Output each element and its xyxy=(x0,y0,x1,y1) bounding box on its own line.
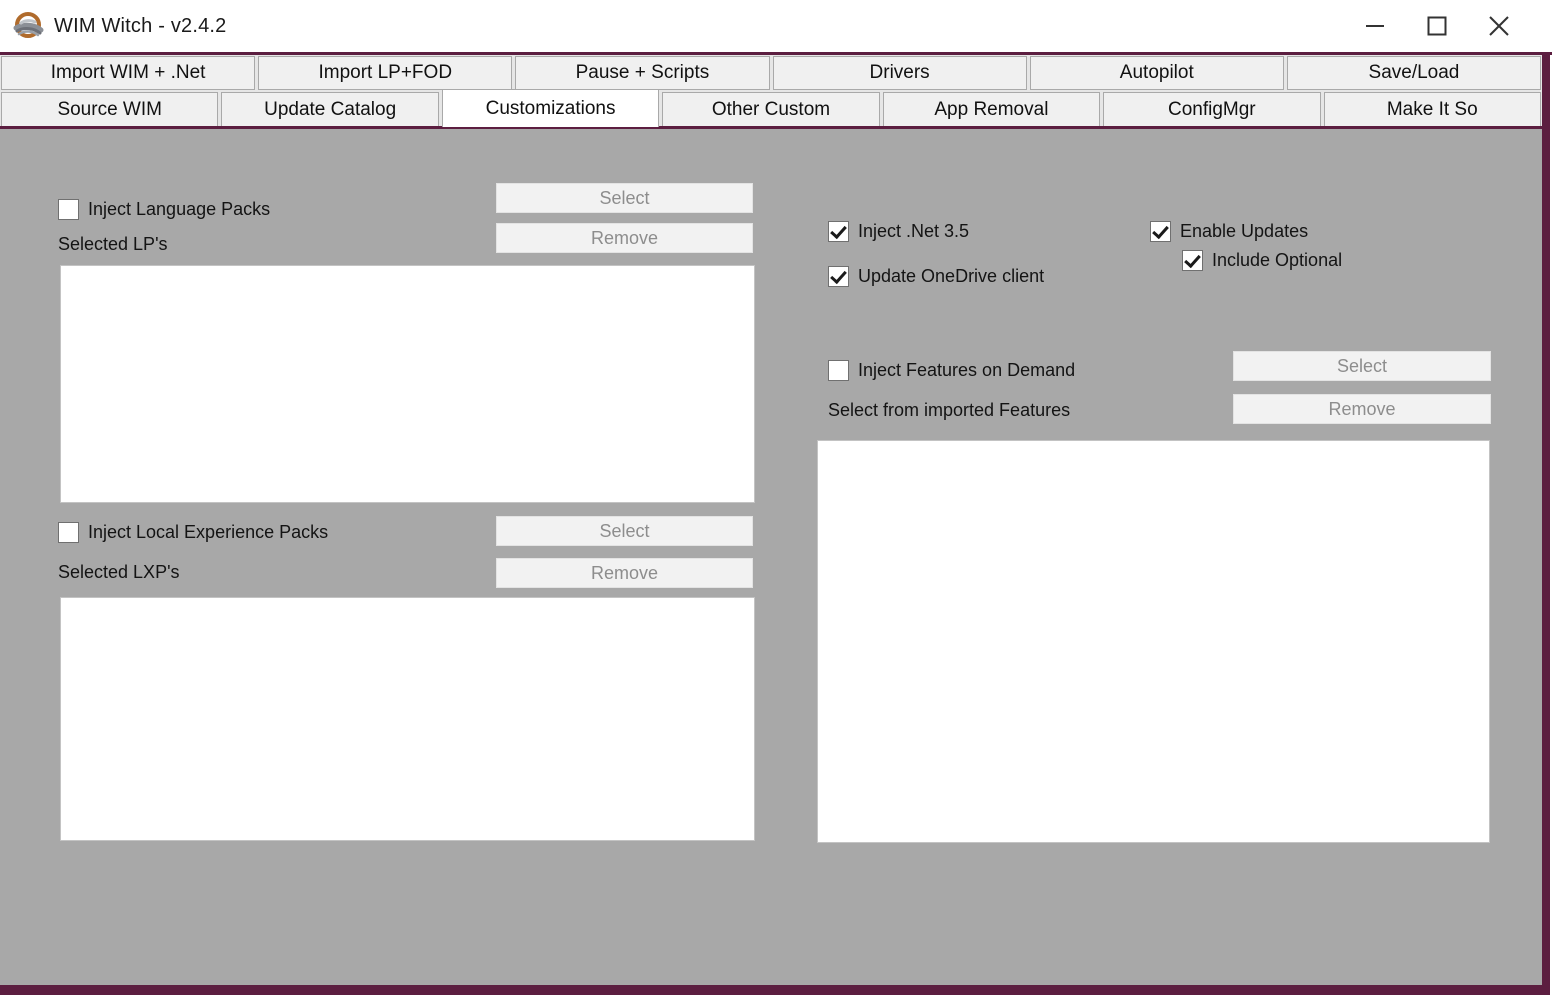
tab-save-load[interactable]: Save/Load xyxy=(1287,56,1541,90)
inject-fod-option[interactable]: Inject Features on Demand xyxy=(828,360,1075,381)
inject-language-packs-option[interactable]: Inject Language Packs xyxy=(58,199,270,220)
tab-app-removal[interactable]: App Removal xyxy=(883,92,1100,127)
lxp-remove-button[interactable]: Remove xyxy=(496,558,753,588)
selected-lps-listbox[interactable] xyxy=(60,265,755,503)
inject-dotnet35-label: Inject .Net 3.5 xyxy=(858,221,969,242)
include-optional-option[interactable]: Include Optional xyxy=(1182,250,1342,271)
enable-updates-checkbox[interactable] xyxy=(1150,221,1171,242)
window-right-border xyxy=(1542,55,1550,995)
window-bottom-border xyxy=(0,985,1550,995)
inject-dotnet35-option[interactable]: Inject .Net 3.5 xyxy=(828,221,969,242)
maximize-button[interactable] xyxy=(1406,0,1468,52)
select-imported-features-label: Select from imported Features xyxy=(828,400,1070,421)
tab-source-wim[interactable]: Source WIM xyxy=(1,92,218,127)
inject-lxp-label: Inject Local Experience Packs xyxy=(88,522,328,543)
tab-autopilot[interactable]: Autopilot xyxy=(1030,56,1284,90)
inject-lxp-checkbox[interactable] xyxy=(58,522,79,543)
titlebar: WIM Witch - v2.4.2 xyxy=(0,0,1552,52)
app-logo-icon xyxy=(12,10,44,42)
tab-customizations[interactable]: Customizations xyxy=(442,89,659,127)
tab-make-it-so[interactable]: Make It So xyxy=(1324,92,1541,127)
tab-row-2: Source WIM Update Catalog Customizations… xyxy=(0,91,1542,127)
lxp-select-button[interactable]: Select xyxy=(496,516,753,546)
tab-strip: Import WIM + .Net Import LP+FOD Pause + … xyxy=(0,55,1542,126)
close-icon xyxy=(1487,14,1511,38)
language-packs-select-button[interactable]: Select xyxy=(496,183,753,213)
selected-lxps-label: Selected LXP's xyxy=(58,562,180,583)
tab-row-1: Import WIM + .Net Import LP+FOD Pause + … xyxy=(0,55,1542,90)
tab-drivers[interactable]: Drivers xyxy=(773,56,1027,90)
tab-import-wim-net[interactable]: Import WIM + .Net xyxy=(1,56,255,90)
window-controls xyxy=(1344,0,1530,52)
tab-pause-scripts[interactable]: Pause + Scripts xyxy=(515,56,769,90)
maximize-icon xyxy=(1426,15,1448,37)
tab-import-lp-fod[interactable]: Import LP+FOD xyxy=(258,56,512,90)
tab-other-custom[interactable]: Other Custom xyxy=(662,92,879,127)
selected-lxps-listbox[interactable] xyxy=(60,597,755,841)
language-packs-remove-button[interactable]: Remove xyxy=(496,223,753,253)
update-onedrive-label: Update OneDrive client xyxy=(858,266,1044,287)
inject-language-packs-label: Inject Language Packs xyxy=(88,199,270,220)
inject-lxp-option[interactable]: Inject Local Experience Packs xyxy=(58,522,328,543)
inject-fod-checkbox[interactable] xyxy=(828,360,849,381)
fod-remove-button[interactable]: Remove xyxy=(1233,394,1491,424)
inject-language-packs-checkbox[interactable] xyxy=(58,199,79,220)
update-onedrive-checkbox[interactable] xyxy=(828,266,849,287)
close-button[interactable] xyxy=(1468,0,1530,52)
enable-updates-label: Enable Updates xyxy=(1180,221,1308,242)
tab-update-catalog[interactable]: Update Catalog xyxy=(221,92,438,127)
inject-fod-label: Inject Features on Demand xyxy=(858,360,1075,381)
minimize-icon xyxy=(1364,15,1386,37)
minimize-button[interactable] xyxy=(1344,0,1406,52)
app-window: WIM Witch - v2.4.2 Import WIM + .Net Imp… xyxy=(0,0,1552,995)
selected-lps-label: Selected LP's xyxy=(58,234,168,255)
include-optional-label: Include Optional xyxy=(1212,250,1342,271)
inject-dotnet35-checkbox[interactable] xyxy=(828,221,849,242)
update-onedrive-option[interactable]: Update OneDrive client xyxy=(828,266,1044,287)
imported-features-listbox[interactable] xyxy=(817,440,1490,843)
window-title: WIM Witch - v2.4.2 xyxy=(54,15,227,38)
fod-select-button[interactable]: Select xyxy=(1233,351,1491,381)
tab-configmgr[interactable]: ConfigMgr xyxy=(1103,92,1320,127)
include-optional-checkbox[interactable] xyxy=(1182,250,1203,271)
enable-updates-option[interactable]: Enable Updates xyxy=(1150,221,1308,242)
